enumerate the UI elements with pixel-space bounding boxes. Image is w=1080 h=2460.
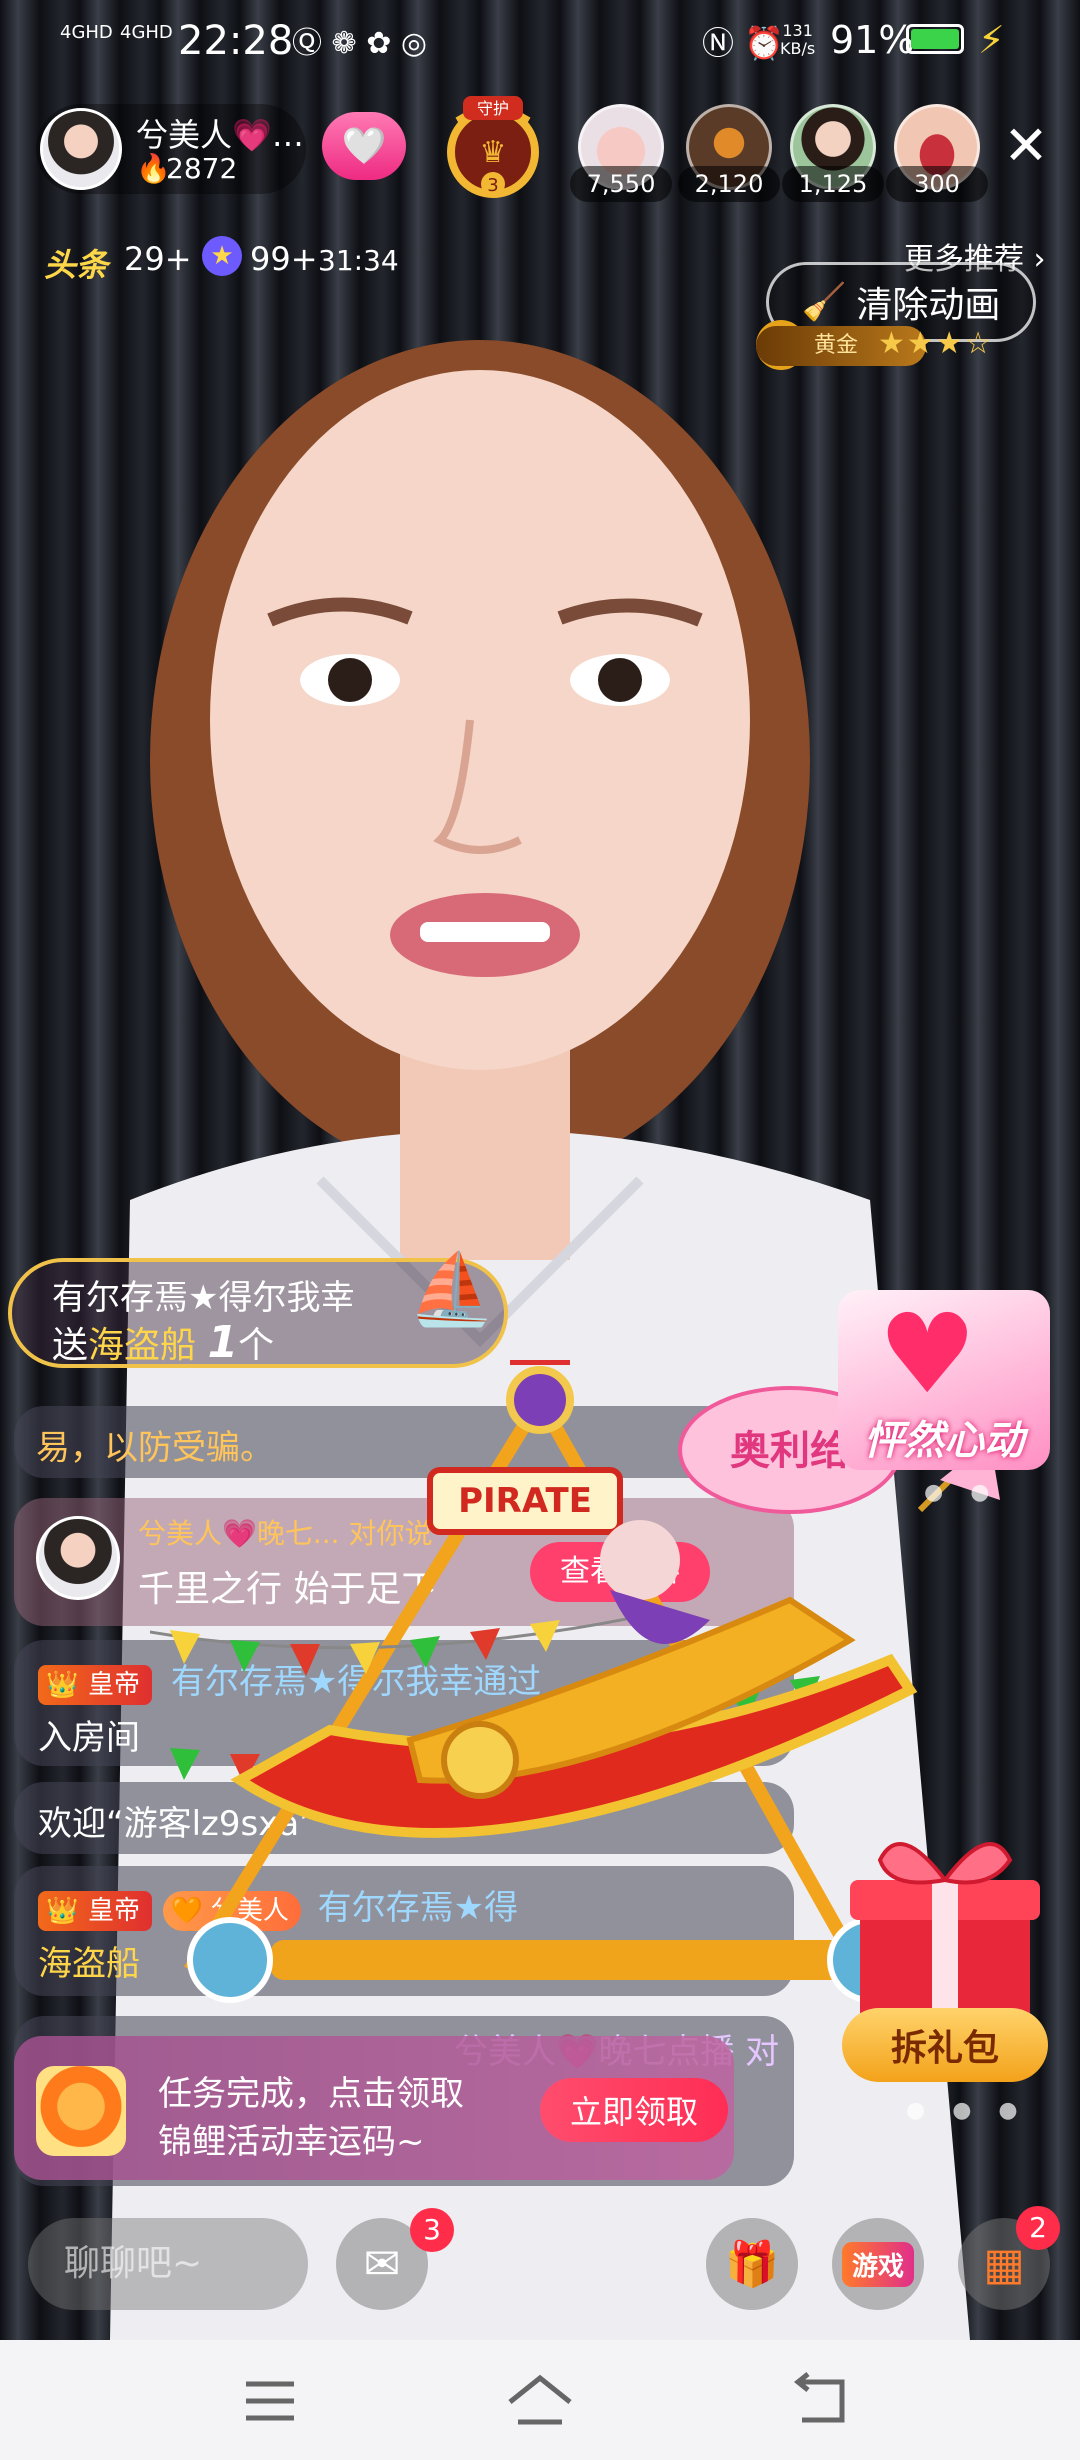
claim-now-button[interactable]: 立即领取	[540, 2078, 728, 2142]
viewer-avatar-3[interactable]: 1,125	[782, 104, 884, 202]
status-bar: 4GHD 4GHD 22:28 Ⓠ ❁ ✿ ◎ Ⓝ ⏰ 131 KB/s 91%…	[0, 0, 1080, 90]
host-avatar-small[interactable]	[36, 1516, 120, 1600]
nfc-alarm-icons: Ⓝ ⏰	[702, 24, 785, 62]
viewer-count: 7,550	[570, 166, 672, 202]
grid-icon: ▦	[983, 2238, 1025, 2290]
guard-count: 3	[487, 175, 498, 196]
viewer-avatar-2[interactable]: 2,120	[678, 104, 780, 202]
chat-text: 入房间	[38, 1718, 140, 1758]
clear-animation-label: 清除动画	[856, 285, 1001, 326]
clock: 22:28	[178, 18, 294, 64]
emperor-tag: 皇帝	[38, 1665, 153, 1705]
heart-icon: 🤍	[341, 126, 387, 167]
task-line-1: 任务完成，点击领取	[158, 2074, 464, 2114]
close-icon[interactable]: ✕	[1000, 119, 1052, 173]
promo-banner[interactable]: ♥ 怦然心动	[838, 1290, 1050, 1470]
live-timer: 31:34	[318, 244, 399, 277]
guard-label: 守护	[477, 99, 509, 118]
net-speed: 131 KB/s	[780, 22, 815, 58]
gift-send-verb: 送	[52, 1325, 89, 1366]
host-name: 兮美人💗…	[136, 116, 304, 154]
svg-text:♛: ♛	[480, 135, 507, 170]
charging-icon: ⚡	[978, 18, 1005, 62]
gift-button[interactable]: 🎁	[706, 2218, 798, 2310]
game-button[interactable]: 游戏	[832, 2218, 924, 2310]
level-stars: ★★★☆	[878, 326, 994, 361]
promo-pager-dots: ● ●	[924, 1480, 1000, 1505]
chat-input[interactable]: 聊聊吧~	[28, 2218, 308, 2310]
signal-1: 4GHD	[60, 22, 113, 43]
star-count: 99+	[250, 240, 318, 278]
gift-banner: 有尔存焉★得尔我幸 送海盗船 1个 ⛵	[8, 1248, 508, 1368]
task-line-2: 锦鲤活动幸运码~	[158, 2122, 425, 2162]
gift-sender: 有尔存焉★得尔我幸	[52, 1278, 355, 1318]
battery-icon	[906, 24, 964, 54]
host-heat: 2872	[166, 152, 238, 185]
pirate-ship-icon: ⛵	[408, 1248, 496, 1330]
viewer-avatar-4[interactable]: 300	[886, 104, 988, 202]
back-icon[interactable]	[780, 2366, 860, 2436]
toutiao-label[interactable]: 头条	[44, 240, 108, 286]
message-button[interactable]: ✉ 3	[336, 2208, 454, 2310]
speech-bubble-text: 奥利给	[730, 1428, 850, 1474]
emperor-tag: 皇帝	[38, 1891, 153, 1931]
koi-icon	[36, 2066, 126, 2156]
host-avatar[interactable]	[40, 108, 122, 190]
heart-icon: ♥	[878, 1290, 977, 1418]
guard-badge[interactable]: 守护 ♛ 3	[438, 92, 548, 200]
signal-2: 4GHD	[120, 22, 173, 43]
pirate-sign: PIRATE	[458, 1481, 592, 1521]
more-apps-button[interactable]: ▦ 2	[958, 2206, 1060, 2310]
chat-text: 海盗船	[38, 1944, 140, 1984]
viewer-count: 2,120	[678, 166, 780, 202]
system-navigation-bar	[0, 2340, 1080, 2460]
home-icon[interactable]	[500, 2366, 580, 2436]
notification-icons: Ⓠ ❁ ✿ ◎	[292, 26, 428, 61]
mail-badge: 3	[410, 2208, 454, 2252]
task-complete-toast[interactable]: 任务完成，点击领取 锦鲤活动幸运码~ 立即领取	[14, 2036, 734, 2180]
gift-pager-dots: ● ● ●	[906, 2098, 1028, 2123]
mail-icon: ✉	[363, 2238, 401, 2290]
viewer-avatar-1[interactable]: 7,550	[570, 104, 672, 202]
follow-button[interactable]: 🤍	[322, 112, 406, 180]
host-card[interactable]: 兮美人💗… 🔥 2872	[36, 104, 306, 194]
net-speed-unit: KB/s	[780, 39, 816, 58]
gift-icon: 🎁	[724, 2239, 780, 2290]
open-gift-pack-button[interactable]: 拆礼包	[842, 2008, 1048, 2082]
star-icon: ★	[202, 236, 242, 276]
broom-icon: 🧹	[801, 282, 847, 323]
game-label: 游戏	[841, 2241, 914, 2287]
toutiao-count: 29+	[124, 240, 192, 278]
net-speed-value: 131	[782, 21, 813, 40]
battery-percent: 91%	[830, 18, 915, 62]
menu-icon[interactable]	[230, 2366, 310, 2436]
viewer-count: 1,125	[782, 166, 884, 202]
promo-text: 怦然心动	[864, 1418, 1024, 1464]
more-badge: 2	[1016, 2206, 1060, 2250]
viewer-count: 300	[886, 166, 988, 202]
